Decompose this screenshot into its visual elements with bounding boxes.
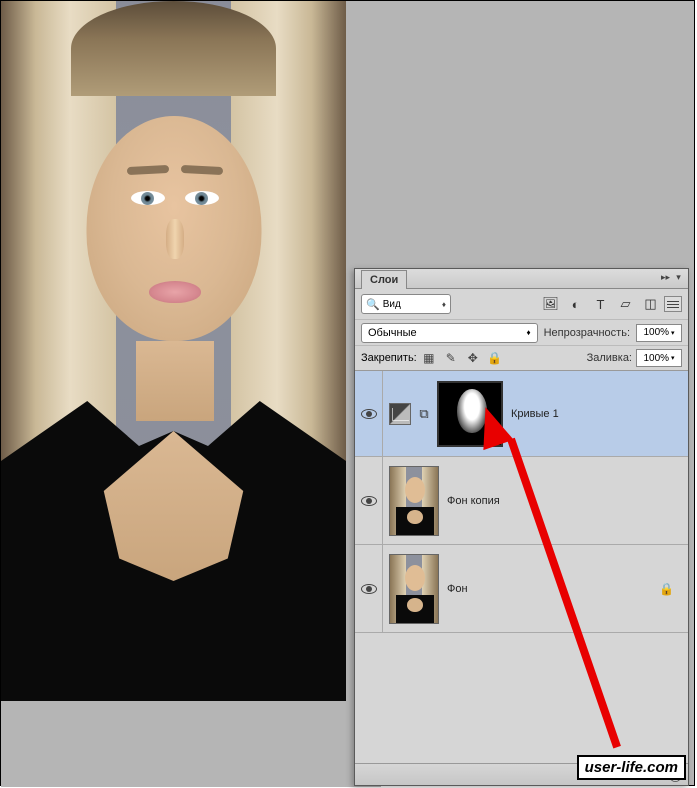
filter-image-icon[interactable]: 🖼 <box>543 297 558 312</box>
lock-transparency-button[interactable]: ▦ <box>421 350 437 366</box>
filter-type-label: Вид <box>383 299 401 310</box>
layer-name[interactable]: Фон <box>447 583 468 595</box>
visibility-toggle[interactable] <box>355 457 383 544</box>
lock-label: Закрепить: <box>361 352 417 364</box>
link-mask-icon[interactable]: ⧉ <box>419 406 429 422</box>
fill-input[interactable]: 100% ▾ <box>636 349 682 367</box>
layer-thumbnail[interactable] <box>389 466 439 536</box>
collapse-icon[interactable]: ▸▸ <box>660 272 671 283</box>
chevron-down-icon: ▾ <box>671 354 675 362</box>
chevron-down-icon: ▾ <box>671 329 675 337</box>
eye-icon <box>361 409 377 419</box>
panel-options-button[interactable] <box>664 296 682 312</box>
search-icon: 🔍 <box>366 298 380 311</box>
curves-adjustment-icon[interactable] <box>389 403 411 425</box>
panel-header: Слои ▸▸ ▾ <box>355 269 688 289</box>
opacity-value: 100% <box>643 327 669 338</box>
lock-pixels-button[interactable]: ✎ <box>443 350 459 366</box>
chevron-icon: ♦ <box>442 300 446 309</box>
lock-all-button[interactable]: 🔒 <box>487 350 503 366</box>
eye-icon <box>361 584 377 594</box>
opacity-input[interactable]: 100% ▾ <box>636 324 682 342</box>
layers-list: ⧉ Кривые 1 Фон копия <box>355 371 688 633</box>
lock-icon: 🔒 <box>659 582 674 596</box>
layer-name[interactable]: Фон копия <box>447 495 500 507</box>
filter-row: 🔍 Вид ♦ 🖼 ◐ T ▱ ◫ <box>355 289 688 319</box>
layer-name[interactable]: Кривые 1 <box>511 408 559 420</box>
filter-type-select[interactable]: 🔍 Вид ♦ <box>361 294 451 314</box>
filter-smart-icon[interactable]: ◫ <box>643 297 658 312</box>
fill-value: 100% <box>643 353 669 364</box>
chevron-icon: ♦ <box>526 328 530 337</box>
filter-adjust-icon[interactable]: ◐ <box>568 297 583 312</box>
lock-position-button[interactable]: ✥ <box>465 350 481 366</box>
filter-text-icon[interactable]: T <box>593 297 608 312</box>
blend-row: Обычные ♦ Непрозрачность: 100% ▾ <box>355 319 688 345</box>
layer-mask-thumbnail[interactable] <box>437 381 503 447</box>
filter-shape-icon[interactable]: ▱ <box>618 297 633 312</box>
panel-menu-icon[interactable]: ▾ <box>673 272 684 283</box>
visibility-toggle[interactable] <box>355 545 383 632</box>
canvas-area[interactable] <box>1 1 381 787</box>
layers-panel: Слои ▸▸ ▾ 🔍 Вид ♦ 🖼 ◐ T ▱ ◫ Обыч <box>354 268 689 786</box>
blend-mode-value: Обычные <box>368 327 417 339</box>
fill-label: Заливка: <box>587 352 632 364</box>
layer-thumbnail[interactable] <box>389 554 439 624</box>
opacity-label: Непрозрачность: <box>544 327 630 339</box>
layer-row[interactable]: Фон 🔒 <box>355 545 688 633</box>
watermark: user-life.com <box>577 755 686 780</box>
blend-mode-select[interactable]: Обычные ♦ <box>361 323 538 343</box>
visibility-toggle[interactable] <box>355 371 383 456</box>
layer-row[interactable]: ⧉ Кривые 1 <box>355 371 688 457</box>
lock-row: Закрепить: ▦ ✎ ✥ 🔒 Заливка: 100% ▾ <box>355 345 688 371</box>
eye-icon <box>361 496 377 506</box>
layers-tab[interactable]: Слои <box>361 270 407 289</box>
document-photo[interactable] <box>1 1 346 701</box>
layer-row[interactable]: Фон копия <box>355 457 688 545</box>
